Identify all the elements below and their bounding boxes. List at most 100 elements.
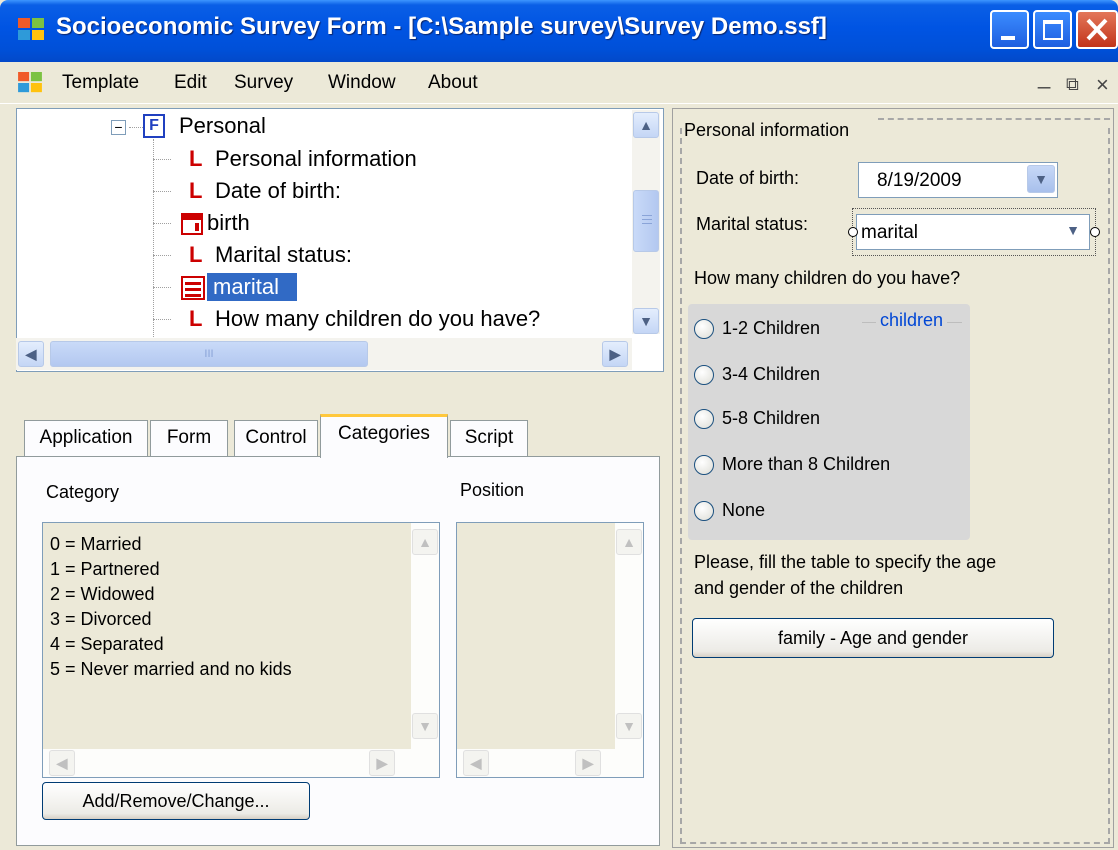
chevron-up-icon: ▲ [639,117,653,133]
tree-node-marital-status[interactable]: L Marital status: [189,241,352,269]
radio-button[interactable] [694,319,714,340]
scroll-left-button[interactable]: ◀ [463,750,489,776]
menu-about[interactable]: About [428,72,478,94]
tree-node-birth[interactable]: birth [181,209,250,237]
scroll-right-button[interactable]: ▶ [575,750,601,776]
position-list[interactable]: ▲ ▼ ◀ ▶ [456,522,644,778]
radio-option[interactable]: 3-4 Children [694,364,820,386]
date-of-birth-picker[interactable]: 8/19/2009 ▼ [858,162,1058,198]
tree-node-date-of-birth[interactable]: L Date of birth: [189,177,341,205]
radio-button[interactable] [694,409,714,430]
menu-edit[interactable]: Edit [174,72,207,94]
scroll-down-button[interactable]: ▼ [633,308,659,334]
mdi-close-button[interactable]: × [1096,72,1109,98]
menu-survey[interactable]: Survey [234,72,293,94]
form-node-icon: F [143,114,165,138]
dropdown-button[interactable]: ▼ [1027,165,1055,193]
control-tree[interactable]: − F Personal L Personal information L Date… [16,108,664,372]
mdi-restore-button[interactable]: ⧉ [1066,74,1079,95]
radio-option[interactable]: 5-8 Children [694,408,820,430]
tab-application[interactable]: Application [24,420,148,456]
maximize-button[interactable] [1033,10,1072,49]
selected-node-label: marital [207,273,298,301]
radio-option[interactable]: 1-2 Children [694,318,820,340]
combo-control-icon [181,276,205,301]
close-button[interactable] [1076,10,1118,49]
scroll-down-button[interactable]: ▼ [616,713,642,739]
minimize-icon [1001,36,1015,40]
mdi-minimize-button[interactable]: _ [1038,64,1050,90]
tree-expander[interactable]: − [111,120,126,135]
list-item[interactable]: 5 = Never married and no kids [50,659,292,680]
scroll-thumb[interactable]: III [50,341,368,367]
document-icon[interactable] [18,72,42,94]
radio-option[interactable]: None [694,500,765,522]
chevron-right-icon: ▶ [609,346,621,362]
chevron-left-icon: ◀ [470,755,482,771]
date-control-icon [181,213,203,236]
dropdown-button[interactable]: ▼ [1059,217,1087,245]
radio-button[interactable] [694,501,714,522]
tree-node-personal-information[interactable]: L Personal information [189,145,417,173]
scroll-up-button[interactable]: ▲ [412,529,438,555]
group-title: Personal information [684,120,854,141]
tree-node-personal[interactable]: Personal [179,112,266,140]
scroll-thumb[interactable] [633,190,659,252]
label-icon: L [189,178,203,203]
chevron-down-icon: ▼ [639,313,653,329]
list-horizontal-scrollbar[interactable]: ◀ ▶ [43,749,439,777]
radio-button[interactable] [694,455,714,476]
tab-control[interactable]: Control [234,420,318,456]
list-item[interactable]: 4 = Separated [50,634,164,655]
resize-handle-right[interactable] [1090,227,1100,237]
chevron-up-icon: ▲ [622,534,636,550]
radio-button[interactable] [694,365,714,386]
tree-horizontal-scrollbar[interactable]: ◀ III ▶ [16,338,632,370]
chevron-left-icon: ◀ [56,755,68,771]
family-table-button[interactable]: family - Age and gender [692,618,1054,658]
chevron-down-icon: ▼ [418,718,432,734]
marital-value: marital [861,222,919,243]
scroll-right-button[interactable]: ▶ [369,750,395,776]
marital-status-combo[interactable]: marital ▼ [856,214,1090,250]
resize-handle-left[interactable] [848,227,858,237]
position-header: Position [460,480,525,500]
menu-window[interactable]: Window [328,72,396,94]
list-item[interactable]: 0 = Married [50,534,142,555]
scroll-down-button[interactable]: ▼ [412,713,438,739]
date-value: 8/19/2009 [877,170,962,191]
table-instruction-line1: Please, fill the table to specify the ag… [694,552,997,572]
category-header: Category [46,482,120,502]
minimize-button[interactable] [990,10,1029,49]
date-of-birth-label: Date of birth: [696,168,800,188]
tab-categories[interactable]: Categories [320,414,448,458]
list-item[interactable]: 2 = Widowed [50,584,155,605]
radio-group-caption: children [876,310,948,331]
tree-vertical-scrollbar[interactable]: ▲ ▼ [632,110,660,334]
tab-script[interactable]: Script [450,420,528,456]
list-item[interactable]: 3 = Divorced [50,609,152,630]
chevron-down-icon: ▼ [1034,171,1048,187]
scroll-up-button[interactable]: ▲ [633,112,659,138]
tab-form[interactable]: Form [150,420,228,456]
tree-node-marital[interactable]: marital [181,273,298,301]
scroll-left-button[interactable]: ◀ [49,750,75,776]
list-item[interactable]: 1 = Partnered [50,559,160,580]
marital-status-label: Marital status: [696,214,809,234]
tree-node-children-question[interactable]: L How many children do you have? [189,305,540,333]
radio-option[interactable]: More than 8 Children [694,454,890,476]
list-vertical-scrollbar[interactable]: ▲ ▼ [411,523,439,749]
menu-template[interactable]: Template [62,72,139,94]
scroll-right-button[interactable]: ▶ [602,341,628,367]
list-horizontal-scrollbar[interactable]: ◀ ▶ [457,749,643,777]
scroll-up-button[interactable]: ▲ [616,529,642,555]
close-icon [1086,18,1108,41]
collapse-icon: − [114,119,123,135]
list-vertical-scrollbar[interactable]: ▲ ▼ [615,523,643,749]
scroll-left-button[interactable]: ◀ [18,341,44,367]
chevron-up-icon: ▲ [418,534,432,550]
chevron-right-icon: ▶ [376,755,388,771]
table-instruction-line2: and gender of the children [694,578,904,598]
label-icon: L [189,242,203,267]
add-remove-change-button[interactable]: Add/Remove/Change... [42,782,310,820]
